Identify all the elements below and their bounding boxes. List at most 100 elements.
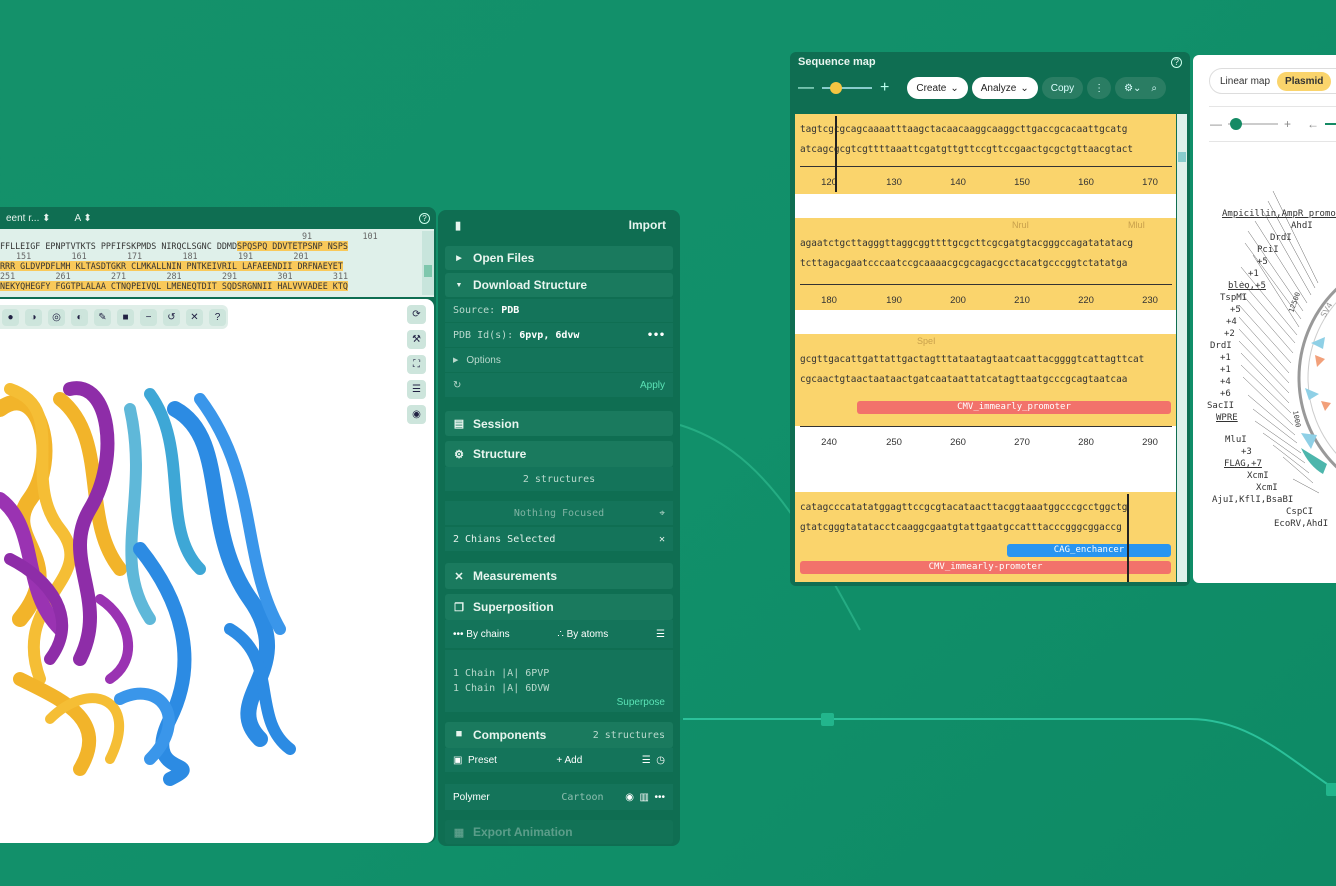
overlap-icon[interactable]: ◑ (25, 308, 42, 326)
pencil-icon[interactable]: ✎ (94, 308, 111, 326)
feature-cag-enhancer[interactable]: CAG_enchancer (1007, 544, 1171, 557)
sliders-icon[interactable]: ☰ (407, 380, 426, 399)
copy-icon: ❐ (454, 601, 464, 614)
model-dropdown[interactable]: eent r... ⬍ (6, 213, 51, 224)
film-icon: ▦ (453, 826, 465, 839)
settings-search[interactable]: ⚙⌄ ⌕ (1115, 77, 1167, 99)
focus-row[interactable]: Nothing Focused ⌖ (445, 501, 673, 525)
refresh-icon[interactable]: ⟳ (407, 305, 426, 324)
open-files-button[interactable]: ▶ Open Files (445, 246, 673, 270)
sequence-block: catagcccatatatggagttccgcgtacataacttacggt… (795, 492, 1176, 582)
copy-button[interactable]: Copy (1041, 77, 1084, 99)
chain-item[interactable]: 1 Chain |A| 6PVP (453, 668, 549, 679)
subtract-icon[interactable]: ◐ (71, 308, 88, 326)
session-section[interactable]: ▤ Session (445, 411, 673, 436)
sliders-icon[interactable]: ☰ (656, 629, 665, 640)
archive-icon: ▤ (453, 418, 465, 430)
minus-icon[interactable]: − (140, 308, 157, 326)
3d-viewport[interactable]: ● ◑ ◎ ◐ ✎ ■ − ↺ ✕ ? ⟳ ⚒ ⛶ ☰ ◉ (0, 299, 434, 843)
polymer-row[interactable]: Polymer Cartoon ◉ ▥ ••• (445, 784, 673, 810)
structure-section[interactable]: ⚙ Structure (445, 441, 673, 467)
gear-icon: ⚙ (454, 448, 464, 461)
sequence-scrollbar[interactable] (422, 231, 434, 295)
svg-text:SV4: SV4 (1319, 301, 1335, 319)
options-toggle[interactable]: ▶ Options (445, 348, 673, 372)
apply-row: ↻ Apply (445, 373, 673, 397)
help-icon[interactable]: ? (209, 308, 226, 326)
fullscreen-icon[interactable]: ⛶ (407, 355, 426, 374)
import-panel: ▮ Import ▶ Open Files ▼ Download Structure… (438, 210, 680, 846)
caret-right-icon: ▶ (453, 357, 459, 364)
cursor-line[interactable] (1127, 494, 1129, 582)
sliders-icon[interactable]: ☰ ◷ (642, 755, 665, 766)
sequence-line: FFLLEIGF EPNPTVTKTS PPFIFSKPMDS NIRQCLSG… (0, 241, 348, 251)
create-dropdown[interactable]: Create ⌄ (907, 77, 968, 99)
ruler: 120 130 140 150 160 170 (800, 166, 1172, 188)
undo-icon[interactable]: ↺ (163, 308, 180, 326)
add-button[interactable]: + Add (556, 755, 582, 766)
search-icon[interactable]: ⌕ (1151, 83, 1157, 94)
cube-icon: ■ (455, 728, 463, 740)
eye-icon[interactable]: ◉ ▥ ••• (625, 792, 665, 803)
superposition-modes: ••• By chains ∴ By atoms ☰ (445, 620, 673, 648)
caret-down-icon: ▼ (455, 281, 463, 289)
components-section[interactable]: ■ Components 2 structures (445, 722, 673, 748)
gear-icon[interactable]: ⚙⌄ (1124, 83, 1141, 94)
apply-button[interactable]: Apply (640, 380, 665, 391)
refresh-icon[interactable]: ↻ (453, 380, 461, 391)
zoom-in-icon[interactable]: + (880, 79, 889, 97)
sequence-block: tagtcgcgcagcaaaatttaagctacaacaaggcaaggct… (795, 114, 1176, 194)
import-title: Import (628, 218, 666, 232)
tab-plasmid[interactable]: Plasmid (1277, 71, 1332, 91)
by-chains-tab[interactable]: ••• By chains (453, 629, 510, 640)
superpose-button[interactable]: Superpose (617, 697, 665, 708)
more-icon[interactable]: ⋮ (1087, 77, 1112, 99)
sequence-block: NruI MluI agaatctgcttagggttaggcggttttgcg… (795, 218, 1176, 310)
plasmid-zoom[interactable]: — + ← (1210, 117, 1336, 131)
target-icon[interactable]: ◉ (407, 405, 426, 424)
sphere-icon[interactable]: ● (2, 308, 19, 326)
sequence-map-title: Sequence map (798, 56, 876, 68)
sequence-map-canvas[interactable]: tagtcgcgcagcaaaatttaagctacaacaaggcaaggct… (795, 114, 1176, 582)
sequence-line: NEKYQHEGFY FGGTPLALAA CTNQPEIVQL LMENEQT… (0, 281, 348, 291)
cursor-line[interactable] (835, 116, 837, 192)
cross-icon: ✕ (454, 570, 464, 583)
by-atoms-tab[interactable]: ∴ By atoms (557, 629, 608, 640)
sequence-numbers: 91 101 (302, 231, 378, 241)
feature-cmv-promoter[interactable]: CMV_immearly_promoter (857, 401, 1171, 414)
export-animation-section[interactable]: ▦ Export Animation (445, 820, 673, 844)
close-icon[interactable]: ✕ (659, 534, 665, 545)
cube-icon[interactable]: ■ (117, 308, 134, 326)
caret-right-icon: ▶ (456, 255, 462, 262)
source-row[interactable]: Source: PDB (445, 299, 673, 322)
sequence-numbers: 151 161 171 181 191 201 (16, 251, 309, 261)
measurements-section[interactable]: ✕ Measurements (445, 563, 673, 589)
structure-count: 2 structures (445, 467, 673, 491)
pdb-ids-row[interactable]: PDB Id(s): 6pvp, 6dvw ••• (445, 323, 673, 347)
zoom-slider[interactable] (822, 82, 872, 94)
chain-dropdown[interactable]: A ⬍ (75, 213, 92, 224)
feature-cmv-promoter[interactable]: CMV_immearly-promoter (800, 561, 1171, 574)
focus-icon[interactable]: ⌖ (659, 508, 665, 519)
ruler: 180 190 200 210 220 230 (800, 284, 1172, 306)
preset-row: ▣ Preset + Add ☰ ◷ (445, 748, 673, 772)
sequence-map-scrollbar[interactable] (1177, 114, 1187, 582)
molecule-viewer-panel: eent r... ⬍ A ⬍ ? 91 101 FFLLEIGF EPNPTV… (0, 207, 436, 843)
chains-selected-row[interactable]: 2 Chians Selected ✕ (445, 527, 673, 551)
analyze-dropdown[interactable]: Analyze ⌄ (971, 77, 1038, 99)
ruler: 240 250 260 270 280 290 (800, 426, 1172, 448)
superposition-section[interactable]: ❐ Superposition (445, 594, 673, 620)
help-icon[interactable]: ? (1171, 56, 1182, 68)
intersect-icon[interactable]: ◎ (48, 308, 65, 326)
sequence-viewer[interactable]: 91 101 FFLLEIGF EPNPTVTKTS PPFIFSKPMDS N… (0, 229, 434, 297)
chain-item[interactable]: 1 Chain |A| 6DVW (453, 683, 549, 694)
sequence-block: SpeI gcgttgacattgattattgactagtttataatagt… (795, 334, 1176, 426)
tab-linear-map[interactable]: Linear map (1213, 76, 1277, 87)
zoom-out-icon[interactable]: — (798, 79, 814, 97)
close-icon[interactable]: ✕ (186, 308, 203, 326)
wrench-icon[interactable]: ⚒ (407, 330, 426, 349)
help-icon[interactable]: ? (419, 212, 430, 224)
download-structure-header[interactable]: ▼ Download Structure (445, 273, 673, 297)
more-icon[interactable]: ••• (647, 330, 665, 341)
preset-button[interactable]: ▣ Preset (453, 755, 497, 766)
